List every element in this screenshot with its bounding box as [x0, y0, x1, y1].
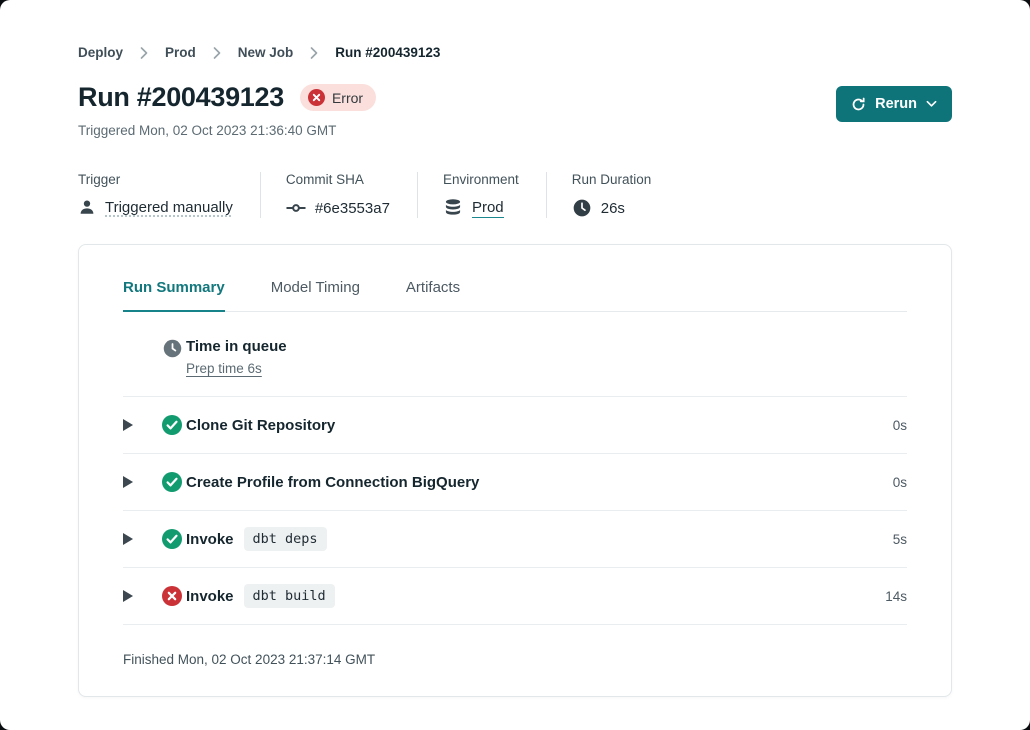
success-icon: [158, 529, 186, 549]
tab-bar: Run Summary Model Timing Artifacts: [123, 245, 907, 312]
breadcrumb-prod[interactable]: Prod: [165, 45, 196, 60]
meta-environment-label: Environment: [443, 172, 519, 187]
step-duration: 5s: [893, 532, 907, 547]
meta-trigger-label: Trigger: [78, 172, 233, 187]
rerun-button[interactable]: Rerun: [836, 86, 952, 122]
meta-commit-label: Commit SHA: [286, 172, 390, 187]
breadcrumb-deploy[interactable]: Deploy: [78, 45, 123, 60]
meta-trigger: Trigger Triggered manually: [78, 172, 260, 218]
meta-duration-label: Run Duration: [572, 172, 652, 187]
step-row-dbt-deps[interactable]: Invoke dbt deps 5s: [123, 511, 907, 568]
step-name: Invoke: [186, 531, 234, 548]
step-name: Clone Git Repository: [186, 417, 335, 434]
commit-sha-value: #6e3553a7: [315, 200, 390, 217]
step-duration: 14s: [885, 589, 907, 604]
database-icon: [443, 198, 463, 218]
status-badge-label: Error: [332, 90, 363, 106]
meta-duration: Run Duration 26s: [546, 172, 679, 218]
queue-title: Time in queue: [186, 338, 287, 355]
success-icon: [158, 415, 186, 435]
tab-run-summary[interactable]: Run Summary: [123, 279, 225, 312]
run-duration-value: 26s: [601, 200, 625, 217]
finished-timestamp: Finished Mon, 02 Oct 2023 21:37:14 GMT: [123, 625, 907, 696]
trigger-value[interactable]: Triggered manually: [105, 199, 233, 216]
step-row-clone-git[interactable]: Clone Git Repository 0s: [123, 397, 907, 454]
queue-clock-icon: [158, 338, 186, 359]
tab-model-timing[interactable]: Model Timing: [271, 279, 360, 312]
step-command: dbt build: [244, 584, 335, 608]
rerun-button-label: Rerun: [875, 96, 917, 112]
chevron-right-icon: [213, 47, 221, 59]
error-icon: [158, 586, 186, 606]
chevron-down-icon: [926, 100, 937, 108]
run-metadata: Trigger Triggered manually Commit SHA #6…: [78, 172, 952, 218]
chevron-right-icon: [310, 47, 318, 59]
meta-commit: Commit SHA #6e3553a7: [260, 172, 417, 218]
page-header: Run #200439123 Error Triggered Mon, 02 O…: [78, 82, 952, 138]
git-commit-icon: [286, 198, 306, 218]
run-detail-page: Deploy Prod New Job Run #200439123 Run #…: [0, 0, 1030, 730]
expand-caret-icon[interactable]: [123, 419, 133, 431]
expand-caret-icon[interactable]: [123, 590, 133, 602]
breadcrumb-new-job[interactable]: New Job: [238, 45, 294, 60]
error-circle-icon: [308, 89, 325, 106]
person-icon: [78, 198, 96, 216]
environment-link[interactable]: Prod: [472, 199, 504, 218]
step-command: dbt deps: [244, 527, 327, 551]
expand-caret-icon[interactable]: [123, 533, 133, 545]
meta-environment: Environment Prod: [417, 172, 546, 218]
breadcrumb-run-current: Run #200439123: [335, 45, 440, 60]
expand-caret-icon[interactable]: [123, 476, 133, 488]
tab-artifacts[interactable]: Artifacts: [406, 279, 460, 312]
breadcrumb: Deploy Prod New Job Run #200439123: [78, 0, 952, 60]
step-name: Invoke: [186, 588, 234, 605]
page-title: Run #200439123: [78, 82, 284, 113]
prep-time-link[interactable]: Prep time 6s: [186, 361, 262, 376]
step-name: Create Profile from Connection BigQuery: [186, 474, 479, 491]
triggered-timestamp: Triggered Mon, 02 Oct 2023 21:36:40 GMT: [78, 123, 376, 138]
step-duration: 0s: [893, 418, 907, 433]
success-icon: [158, 472, 186, 492]
clock-icon: [572, 198, 592, 218]
chevron-right-icon: [140, 47, 148, 59]
queue-row: Time in queue Prep time 6s: [123, 312, 907, 397]
step-row-dbt-build[interactable]: Invoke dbt build 14s: [123, 568, 907, 625]
status-badge: Error: [300, 84, 376, 111]
step-row-create-profile[interactable]: Create Profile from Connection BigQuery …: [123, 454, 907, 511]
run-summary-card: Run Summary Model Timing Artifacts Time …: [78, 244, 952, 697]
refresh-icon: [851, 97, 866, 112]
step-duration: 0s: [893, 475, 907, 490]
